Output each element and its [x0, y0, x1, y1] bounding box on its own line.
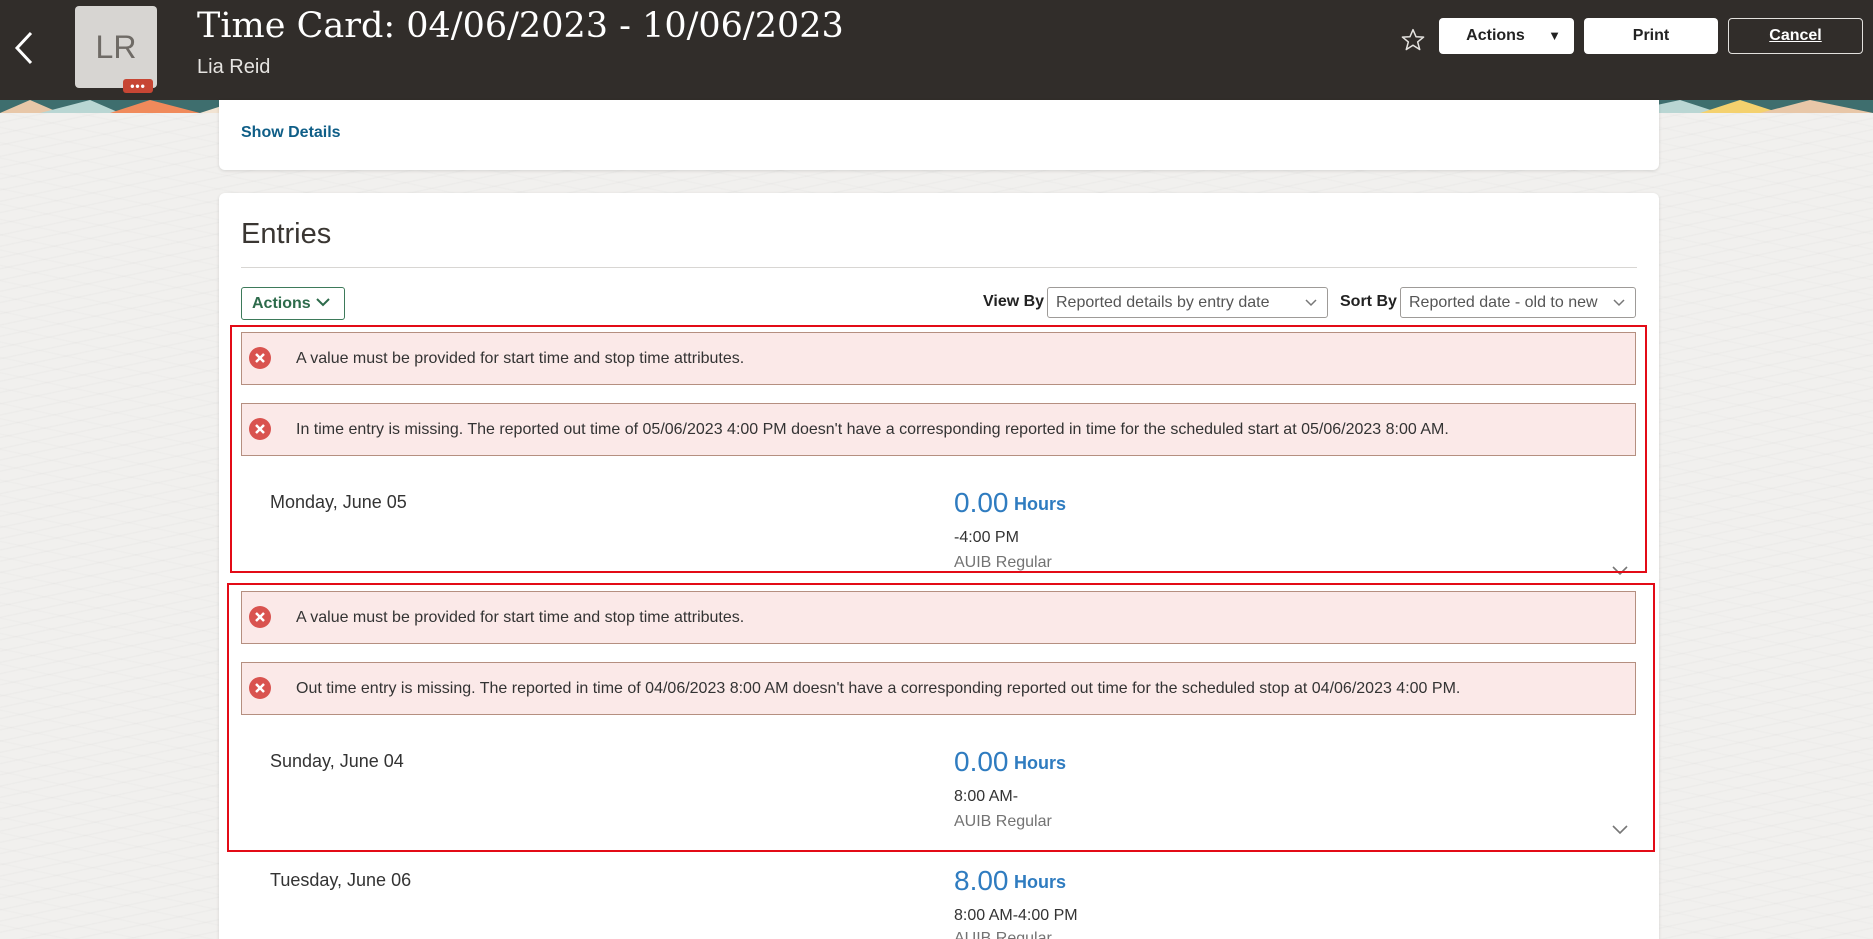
chevron-left-icon [14, 31, 33, 65]
error-highlight-box [227, 583, 1655, 852]
avatar-initials: LR [95, 28, 137, 65]
entry-hours-value: 8.00 [954, 865, 1009, 896]
view-by-select[interactable]: Reported details by entry date [1047, 287, 1328, 318]
show-details-link[interactable]: Show Details [241, 124, 341, 142]
chevron-down-icon [1305, 299, 1317, 307]
page-title: Time Card: 04/06/2023 - 10/06/2023 [197, 6, 844, 46]
cancel-button[interactable]: Cancel [1728, 18, 1863, 54]
entries-heading: Entries [241, 218, 332, 250]
header-actions-button[interactable]: Actions ▼ [1439, 18, 1574, 54]
chevron-down-icon [1613, 299, 1625, 307]
chevron-down-icon [316, 298, 330, 307]
sort-by-select[interactable]: Reported date - old to new [1400, 287, 1636, 318]
entries-divider [241, 267, 1637, 268]
page-header: LR ••• Time Card: 04/06/2023 - 10/06/202… [0, 0, 1873, 100]
entry-hours-unit: Hours [1014, 872, 1067, 892]
print-button[interactable]: Print [1584, 18, 1718, 54]
summary-card: Show Details [219, 100, 1659, 170]
person-name: Lia Reid [197, 56, 271, 78]
back-button[interactable] [8, 26, 40, 70]
entries-actions-button[interactable]: Actions [241, 287, 345, 320]
star-icon [1401, 28, 1425, 51]
ellipsis-icon: ••• [130, 79, 146, 93]
view-by-value: Reported details by entry date [1056, 293, 1270, 311]
view-by-label: View By [983, 293, 1045, 310]
avatar-more-badge[interactable]: ••• [123, 79, 153, 93]
header-actions-label: Actions [1466, 27, 1525, 44]
entry-day: Tuesday, June 06 [270, 870, 412, 890]
entries-actions-label: Actions [252, 294, 311, 312]
sort-by-value: Reported date - old to new [1409, 293, 1598, 311]
error-highlight-box [230, 325, 1647, 573]
avatar[interactable]: LR ••• [75, 6, 157, 93]
sort-by-label: Sort By [1340, 293, 1397, 310]
favorite-button[interactable] [1400, 27, 1430, 57]
entry-time-range: 8:00 AM-4:00 PM [954, 907, 1078, 924]
caret-down-icon: ▼ [1548, 28, 1561, 43]
entry-type: AUIB Regular [954, 930, 1052, 939]
